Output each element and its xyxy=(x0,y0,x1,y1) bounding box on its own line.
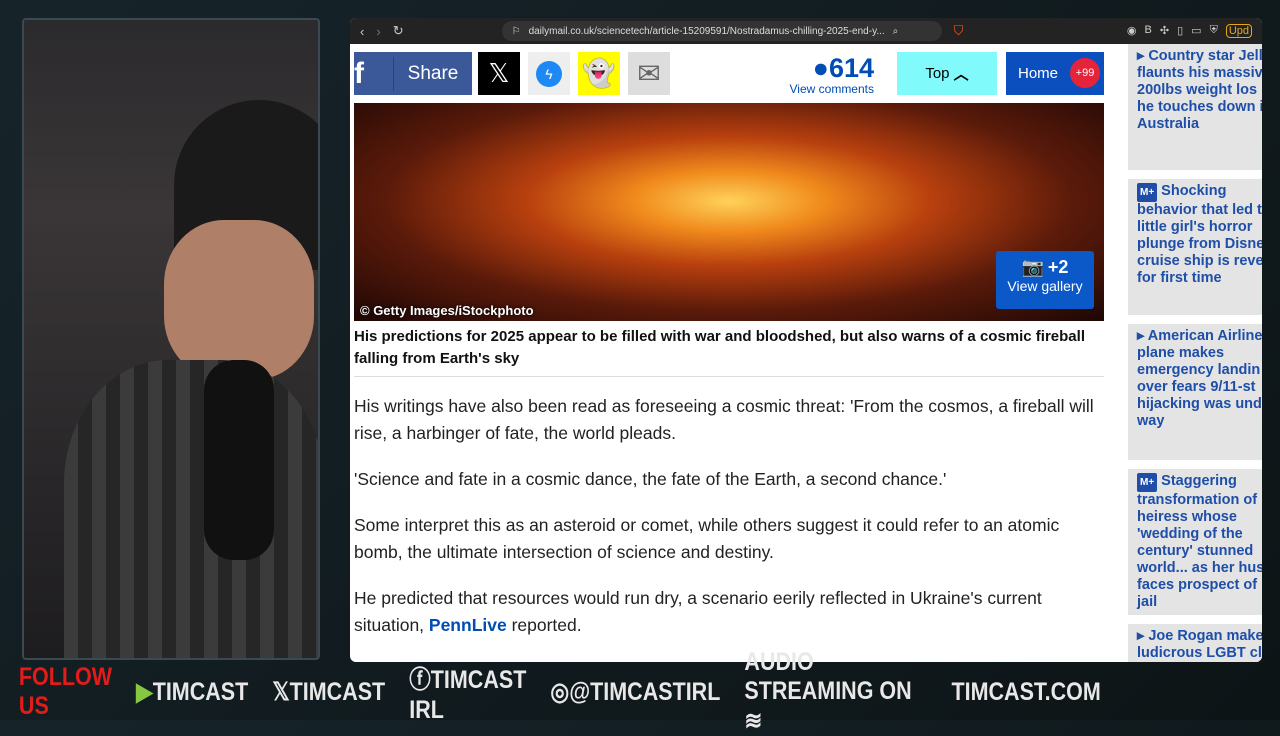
home-badge: +99 xyxy=(1070,58,1100,88)
mail-plus-badge: M+ xyxy=(1137,183,1158,202)
extension-icon[interactable]: ◉ xyxy=(1127,24,1137,38)
pennlive-link[interactable]: PennLive xyxy=(429,615,507,635)
sidebar-icon[interactable]: ▯ xyxy=(1177,24,1183,38)
messenger-icon: ϟ xyxy=(536,60,562,87)
host-shirt xyxy=(64,360,318,658)
home-button[interactable]: Home +99 xyxy=(1006,52,1104,95)
microphone xyxy=(204,360,274,560)
mail-plus-badge: M+ xyxy=(1137,473,1158,492)
news-item[interactable]: ▸ American Airline plane makes emergency l… xyxy=(1128,324,1262,460)
image-caption: His predictions for 2025 appear to be fi… xyxy=(354,326,1104,377)
zoom-icon[interactable]: ⌕ xyxy=(893,26,899,37)
follow-us-label: FOLLOW US xyxy=(18,663,113,720)
view-gallery-button[interactable]: 📷 +2 View gallery xyxy=(996,251,1094,309)
rumble-handle: ▶TIMCAST xyxy=(136,678,249,706)
bookmark-icon[interactable]: ⚐ xyxy=(512,26,521,37)
audio-streaming: AUDIO STREAMING ON ≋ xyxy=(744,648,912,735)
x-share-button[interactable]: 𝕏 xyxy=(478,52,520,95)
stream-footer: FOLLOW US ▶TIMCAST 𝕏TIMCAST ⓕTIMCAST IRL… xyxy=(0,648,1101,735)
address-bar[interactable]: ⚐ dailymail.co.uk/sciencetech/article-152… xyxy=(501,21,942,41)
facebook-icon: f xyxy=(354,56,394,91)
x-handle: 𝕏TIMCAST xyxy=(272,678,386,706)
article-paragraph: His writings have also been read as fore… xyxy=(354,396,1094,443)
messenger-share-button[interactable]: ϟ xyxy=(528,52,570,95)
wallet-icon[interactable]: ▭ xyxy=(1191,24,1201,38)
facebook-share-button[interactable]: f Share xyxy=(354,52,472,95)
website-label: TIMCAST.COM xyxy=(951,677,1101,706)
browser-window: ‹ › ↻ ⚐ dailymail.co.uk/sciencetech/artic… xyxy=(350,18,1262,662)
share-bar: f Share 𝕏 ϟ 👻 ✉ ●614 View comments Top ︿ … xyxy=(354,52,1104,96)
news-item[interactable]: ▸ Joe Rogan make ludicrous LGBT cl xyxy=(1128,624,1262,662)
instagram-handle: ◎@TIMCASTIRL xyxy=(550,678,721,706)
extension-b-icon[interactable]: B xyxy=(1145,24,1152,38)
browser-toolbar: ‹ › ↻ ⚐ dailymail.co.uk/sciencetech/artic… xyxy=(350,18,1262,44)
brave-shield-icon[interactable]: ⛉ xyxy=(954,23,964,39)
news-item[interactable]: M+ Staggering transformation of heiress who… xyxy=(1128,469,1262,615)
extensions: ◉ B ✣ ▯ ▭ ⛨ Upd xyxy=(1127,24,1252,38)
facebook-icon: ⓕ xyxy=(409,665,431,694)
article-paragraph: 'Science and fate in a cosmic dance, the… xyxy=(354,469,947,489)
email-share-button[interactable]: ✉ xyxy=(628,52,670,95)
news-item[interactable]: ▸ Country star Jell flaunts his massiv 200… xyxy=(1128,44,1262,170)
bullet-icon: ▸ xyxy=(1137,628,1149,644)
bullet-icon: ▸ xyxy=(1137,48,1149,64)
chevron-up-icon: ︿ xyxy=(953,66,969,83)
snapchat-share-button[interactable]: 👻 xyxy=(578,52,620,95)
image-credit: © Getty Images/iStockphoto xyxy=(360,303,534,318)
article-paragraph: He predicted that resources would run dr… xyxy=(354,588,1042,635)
bullet-icon: ▸ xyxy=(1137,328,1148,344)
webcam-feed xyxy=(22,18,320,660)
view-comments-link[interactable]: ●614 View comments xyxy=(782,54,874,96)
instagram-icon: ◎ xyxy=(550,678,570,706)
vpn-icon[interactable]: ⛨ xyxy=(1210,24,1218,38)
host-face xyxy=(164,220,314,380)
article-image[interactable]: © Getty Images/iStockphoto 📷 +2 View gall… xyxy=(354,103,1104,321)
top-button[interactable]: Top ︿ xyxy=(897,52,997,95)
puzzle-icon[interactable]: ✣ xyxy=(1160,24,1169,38)
article-paragraph: Some interpret this as an asteroid or co… xyxy=(354,515,1060,562)
spotify-icon: ≋ xyxy=(744,707,763,735)
facebook-handle: ⓕTIMCAST IRL xyxy=(409,665,527,724)
back-icon[interactable]: ‹ xyxy=(360,24,364,39)
update-button[interactable]: Upd xyxy=(1225,24,1252,38)
rumble-icon: ▶ xyxy=(136,678,153,706)
news-item[interactable]: M+ Shocking behavior that led t little girl… xyxy=(1128,179,1262,315)
camera-icon: 📷 xyxy=(1021,257,1044,277)
reload-icon[interactable]: ↻ xyxy=(393,23,404,39)
forward-icon[interactable]: › xyxy=(376,24,380,39)
comment-icon: ● xyxy=(812,53,829,83)
sidebar-news: ▸ Country star Jell flaunts his massiv 200… xyxy=(1128,44,1262,662)
